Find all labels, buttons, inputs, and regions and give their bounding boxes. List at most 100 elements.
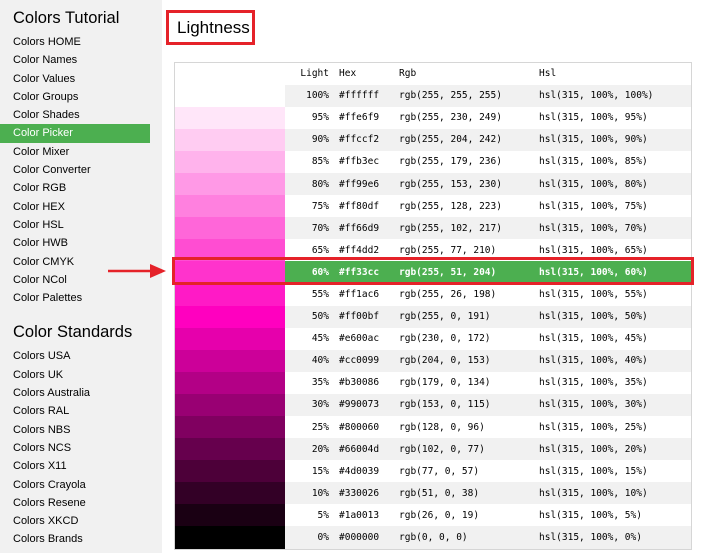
cell-hsl: hsl(315, 100%, 35%) (539, 377, 648, 389)
sidebar-item-color-shades[interactable]: Color Shades (0, 106, 162, 124)
cell-hex: #4d0039 (339, 465, 380, 477)
color-swatch[interactable] (175, 349, 285, 372)
table-row[interactable]: 95% #ffe6f9 rgb(255, 230, 249) hsl(315, 100… (174, 106, 692, 129)
table-row[interactable]: 50% #ff00bf rgb(255, 0, 191) hsl(315, 100%,… (174, 305, 692, 328)
color-swatch[interactable] (175, 172, 285, 196)
sidebar-item-colors-resene[interactable]: Colors Resene (0, 494, 162, 512)
sidebar-item-colors-nbs[interactable]: Colors NBS (0, 421, 162, 439)
cell-hex: #ff80df (339, 200, 380, 212)
color-swatch[interactable] (175, 438, 285, 461)
sidebar-item-color-values[interactable]: Color Values (0, 70, 162, 88)
sidebar-standards-list: Colors USA Colors UK Colors Australia Color… (0, 347, 162, 548)
sidebar-item-colors-crayola[interactable]: Colors Crayola (0, 476, 162, 494)
swatch-cell (175, 106, 285, 129)
sidebar-item-color-hwb[interactable]: Color HWB (0, 234, 162, 252)
color-swatch[interactable] (175, 371, 285, 394)
sidebar-item-colors-uk[interactable]: Colors UK (0, 366, 162, 384)
cell-light: 5% (317, 509, 329, 521)
table-row[interactable]: 80% #ff99e6 rgb(255, 153, 230) hsl(315, 100… (174, 172, 692, 196)
sidebar-item-color-mixer[interactable]: Color Mixer (0, 143, 162, 161)
swatch-cell (175, 239, 285, 262)
sidebar-item-colors-brands[interactable]: Colors Brands (0, 530, 162, 548)
cell-rgb: rgb(255, 102, 217) (399, 222, 502, 234)
table-row[interactable]: 35% #b30086 rgb(179, 0, 134) hsl(315, 100%,… (174, 371, 692, 394)
color-swatch[interactable] (175, 195, 285, 218)
sidebar-item-color-groups[interactable]: Color Groups (0, 88, 162, 106)
color-swatch[interactable] (175, 128, 285, 151)
swatch-cell (175, 84, 285, 107)
table-row[interactable]: 65% #ff4dd2 rgb(255, 77, 210) hsl(315, 100%… (174, 239, 692, 262)
swatch-cell (175, 172, 285, 196)
cell-hsl: hsl(315, 100%, 95%) (539, 112, 648, 124)
cell-rgb: rgb(255, 128, 223) (399, 200, 502, 212)
sidebar-item-color-hex[interactable]: Color HEX (0, 198, 162, 216)
sidebar-heading-tutorial: Colors Tutorial (13, 9, 120, 27)
sidebar-item-color-converter[interactable]: Color Converter (0, 161, 162, 179)
table-row[interactable]: 70% #ff66d9 rgb(255, 102, 217) hsl(315, 100… (174, 217, 692, 240)
table-row[interactable]: 15% #4d0039 rgb(77, 0, 57) hsl(315, 100%, 1… (174, 460, 692, 483)
table-row[interactable]: 5% #1a0013 rgb(26, 0, 19) hsl(315, 100%, 5%… (174, 504, 692, 527)
cell-hsl: hsl(315, 100%, 30%) (539, 399, 648, 411)
cell-light: 10% (311, 487, 329, 499)
sidebar-item-color-palettes[interactable]: Color Palettes (0, 289, 162, 307)
color-swatch[interactable] (175, 283, 285, 306)
color-swatch[interactable] (175, 239, 285, 262)
cell-hsl: hsl(315, 100%, 40%) (539, 355, 648, 367)
swatch-cell (175, 305, 285, 328)
cell-hex: #e600ac (339, 333, 380, 345)
color-swatch[interactable] (175, 504, 285, 527)
cell-hsl: hsl(315, 100%, 100%) (539, 90, 654, 102)
sidebar-item-colors-australia[interactable]: Colors Australia (0, 384, 162, 402)
color-swatch[interactable] (175, 261, 285, 284)
table-row[interactable]: 85% #ffb3ec rgb(255, 179, 236) hsl(315, 100… (174, 150, 692, 173)
sidebar-item-color-names[interactable]: Color Names (0, 51, 162, 69)
table-row[interactable]: 90% #ffccf2 rgb(255, 204, 242) hsl(315, 100… (174, 128, 692, 151)
title-highlight-box: Lightness (166, 10, 255, 45)
table-row[interactable]: 10% #330026 rgb(51, 0, 38) hsl(315, 100%, 1… (174, 482, 692, 505)
color-swatch[interactable] (175, 84, 285, 107)
cell-hex: #1a0013 (339, 509, 380, 521)
cell-light: 75% (311, 200, 329, 212)
color-swatch[interactable] (175, 526, 285, 549)
sidebar-item-color-picker[interactable]: Color Picker (0, 124, 150, 143)
sidebar-item-color-hsl[interactable]: Color HSL (0, 216, 162, 234)
sidebar-item-color-rgb[interactable]: Color RGB (0, 179, 162, 197)
table-row[interactable]: 100% #ffffff rgb(255, 255, 255) hsl(315, 10… (174, 84, 692, 107)
sidebar-item-colors-ncs[interactable]: Colors NCS (0, 439, 162, 457)
color-swatch[interactable] (175, 217, 285, 240)
cell-hsl: hsl(315, 100%, 75%) (539, 200, 648, 212)
cell-hex: #ff66d9 (339, 222, 380, 234)
color-swatch[interactable] (175, 305, 285, 328)
color-swatch[interactable] (175, 393, 285, 416)
header-swatch (175, 63, 286, 85)
sidebar-item-colors-x11[interactable]: Colors X11 (0, 457, 162, 475)
color-swatch[interactable] (175, 482, 285, 505)
sidebar-item-colors-usa[interactable]: Colors USA (0, 347, 162, 365)
table-row[interactable]: 0% #000000 rgb(0, 0, 0) hsl(315, 100%, 0%) (174, 526, 692, 550)
header-hsl: Hsl (539, 68, 557, 80)
table-row[interactable]: 20% #66004d rgb(102, 0, 77) hsl(315, 100%, … (174, 438, 692, 461)
color-swatch[interactable] (175, 327, 285, 350)
sidebar-item-colors-home[interactable]: Colors HOME (0, 33, 162, 51)
sidebar-item-colors-xkcd[interactable]: Colors XKCD (0, 512, 162, 530)
swatch-cell (175, 482, 285, 505)
table-row[interactable]: 30% #990073 rgb(153, 0, 115) hsl(315, 100%,… (174, 393, 692, 416)
cell-hsl: hsl(315, 100%, 70%) (539, 222, 648, 234)
color-swatch[interactable] (175, 106, 285, 129)
color-swatch[interactable] (175, 416, 285, 439)
table-row[interactable]: 55% #ff1ac6 rgb(255, 26, 198) hsl(315, 100%… (174, 283, 692, 306)
table-row[interactable]: 75% #ff80df rgb(255, 128, 223) hsl(315, 100… (174, 195, 692, 218)
table-row[interactable]: 45% #e600ac rgb(230, 0, 172) hsl(315, 100%,… (174, 327, 692, 350)
color-swatch[interactable] (175, 460, 285, 483)
swatch-cell (175, 128, 285, 151)
cell-light: 90% (311, 134, 329, 146)
cell-hex: #330026 (339, 487, 380, 499)
color-swatch[interactable] (175, 150, 285, 173)
sidebar-item-colors-ral[interactable]: Colors RAL (0, 402, 162, 420)
swatch-cell (175, 349, 285, 372)
lightness-table: Light Hex Rgb Hsl 100% #ffffff rgb(255, 25… (174, 62, 692, 550)
table-row[interactable]: 25% #800060 rgb(128, 0, 96) hsl(315, 100%, … (174, 416, 692, 439)
table-row-selected[interactable]: 60% #ff33cc rgb(255, 51, 204) hsl(315, 100%… (174, 261, 692, 284)
table-row[interactable]: 40% #cc0099 rgb(204, 0, 153) hsl(315, 100%,… (174, 349, 692, 372)
cell-light: 70% (311, 222, 329, 234)
